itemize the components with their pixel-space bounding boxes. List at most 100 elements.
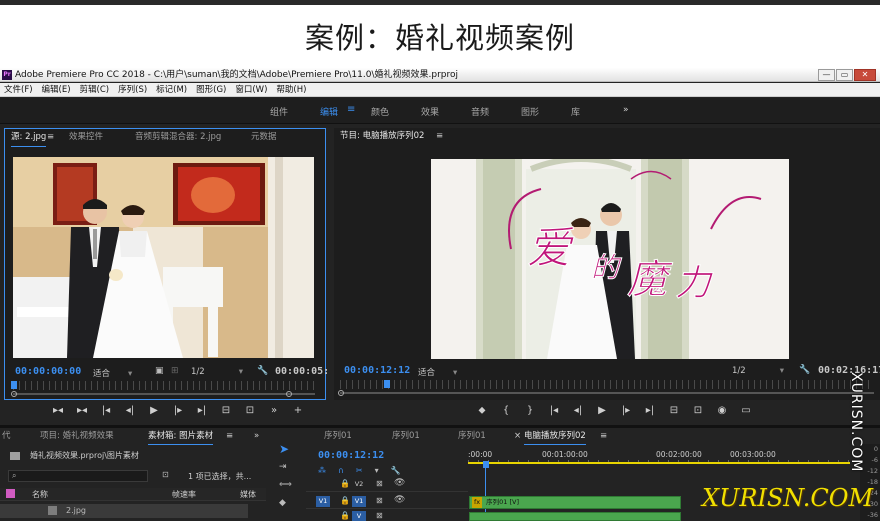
- workspace-graphics[interactable]: 图形: [521, 105, 539, 118]
- wrench-icon[interactable]: 🔧: [257, 366, 268, 376]
- safe-margins-icon[interactable]: ⊞: [171, 366, 179, 376]
- snap-icon[interactable]: ⁂: [318, 466, 326, 475]
- zoom-handle-right[interactable]: [286, 391, 292, 397]
- source-time-ruler[interactable]: [13, 381, 315, 390]
- program-timecode-in[interactable]: 00:00:12:12: [344, 365, 410, 376]
- program-playhead[interactable]: [384, 380, 390, 388]
- program-tab-menu-icon[interactable]: ≡: [436, 128, 443, 145]
- play-icon[interactable]: ▶: [142, 405, 166, 416]
- linked-selection-icon[interactable]: ∩: [338, 466, 344, 475]
- sync-lock-icon[interactable]: ⊠: [376, 511, 383, 520]
- insert-icon[interactable]: ⊟: [214, 405, 238, 416]
- menu-edit[interactable]: 编辑(E): [42, 83, 71, 96]
- workspace-editing[interactable]: 编辑: [320, 105, 338, 118]
- tab-sequence-active[interactable]: 电脑播放序列02: [524, 428, 586, 445]
- razor-tool-icon[interactable]: ◆: [279, 498, 286, 508]
- add-marker-icon[interactable]: ✂: [356, 466, 363, 475]
- mark-in-icon[interactable]: {: [494, 405, 518, 416]
- export-frame-icon[interactable]: ◉: [710, 405, 734, 416]
- go-to-in-icon[interactable]: |◂: [94, 405, 118, 416]
- tab-sequence-3[interactable]: 序列01: [458, 428, 486, 444]
- lock-icon[interactable]: 🔒: [340, 496, 350, 505]
- step-forward-icon[interactable]: |▸: [166, 405, 190, 416]
- tab-sequence-1[interactable]: 序列01: [324, 428, 352, 444]
- settings-square-icon[interactable]: ▣: [155, 366, 164, 376]
- source-patch-v1[interactable]: V1: [316, 496, 330, 507]
- track-select-tool-icon[interactable]: ⇥: [279, 462, 287, 472]
- track-name-v1[interactable]: V1: [352, 496, 366, 507]
- timeline-ruler[interactable]: :00:00 00:01:00:00 00:02:00:00 00:03:00:…: [468, 444, 850, 464]
- workspace-color[interactable]: 颜色: [371, 105, 389, 118]
- mark-out-icon[interactable]: ▸◂: [70, 405, 94, 416]
- source-zoom-bar[interactable]: [13, 393, 315, 395]
- program-zoom-bar[interactable]: [340, 392, 874, 394]
- workspace-audio[interactable]: 音频: [471, 105, 489, 118]
- menu-graphics[interactable]: 图形(G): [196, 83, 226, 96]
- selection-tool-icon[interactable]: ➤: [279, 442, 289, 456]
- menu-help[interactable]: 帮助(H): [276, 83, 306, 96]
- step-back-icon[interactable]: ◂|: [118, 405, 142, 416]
- close-icon[interactable]: ×: [514, 428, 521, 444]
- sync-lock-icon[interactable]: ⊠: [376, 496, 383, 505]
- minimize-button[interactable]: —: [818, 69, 835, 81]
- overwrite-icon[interactable]: ⊡: [238, 405, 262, 416]
- tab-sequence-2[interactable]: 序列01: [392, 428, 420, 444]
- add-button-icon[interactable]: +: [286, 405, 310, 416]
- wrench-icon[interactable]: 🔧: [799, 365, 810, 375]
- bin-tab-menu-icon[interactable]: ≡: [226, 428, 233, 444]
- video-clip[interactable]: fx 序列01 [V]: [469, 496, 681, 509]
- timeline-timecode[interactable]: 00:00:12:12: [318, 450, 384, 461]
- zoom-handle-left[interactable]: [11, 391, 17, 397]
- marker-icon[interactable]: ▾: [375, 466, 379, 475]
- menu-markers[interactable]: 标记(M): [156, 83, 187, 96]
- comparison-view-icon[interactable]: ▭: [734, 405, 758, 416]
- step-forward-icon[interactable]: |▸: [614, 405, 638, 416]
- mark-in-icon[interactable]: ▸◂: [46, 405, 70, 416]
- more-controls-icon[interactable]: »: [262, 405, 286, 416]
- search-input[interactable]: ⌕: [8, 470, 148, 482]
- go-to-out-icon[interactable]: ▸|: [190, 405, 214, 416]
- menu-file[interactable]: 文件(F): [4, 83, 33, 96]
- timeline-playhead-head[interactable]: [483, 461, 489, 468]
- eye-icon[interactable]: 👁: [394, 495, 405, 505]
- label-color-swatch[interactable]: [6, 489, 15, 498]
- maximize-button[interactable]: ▭: [836, 69, 853, 81]
- workspace-menu-icon[interactable]: ≡: [347, 104, 355, 115]
- source-playhead[interactable]: [11, 381, 17, 389]
- lift-icon[interactable]: ⊟: [662, 405, 686, 416]
- list-item[interactable]: 2.jpg: [0, 504, 248, 518]
- tab-metadata[interactable]: 元数据: [251, 129, 277, 146]
- more-tabs-icon[interactable]: »: [254, 428, 259, 444]
- column-name[interactable]: 名称: [32, 489, 48, 500]
- mark-out-icon[interactable]: }: [518, 405, 542, 416]
- tab-audio-clip-mixer[interactable]: 音频剪辑混合器: 2.jpg: [135, 129, 221, 146]
- sync-lock-icon[interactable]: ⊠: [376, 479, 383, 488]
- workspace-libraries[interactable]: 库: [571, 105, 580, 118]
- audio-clip[interactable]: [469, 512, 681, 521]
- tab-truncated[interactable]: 代: [2, 428, 11, 444]
- source-fit-dropdown[interactable]: 适合 ▾: [93, 367, 132, 379]
- column-frame-rate[interactable]: 帧速率: [172, 489, 196, 500]
- program-fit-dropdown[interactable]: 适合 ▾: [418, 366, 457, 378]
- track-name-v2[interactable]: V2: [352, 479, 366, 490]
- go-to-out-icon[interactable]: ▸|: [638, 405, 662, 416]
- ripple-edit-tool-icon[interactable]: ⟺: [279, 480, 292, 490]
- go-to-in-icon[interactable]: |◂: [542, 405, 566, 416]
- close-button[interactable]: ✕: [854, 69, 876, 81]
- menu-window[interactable]: 窗口(W): [235, 83, 267, 96]
- extract-icon[interactable]: ⊡: [686, 405, 710, 416]
- workspace-more-icon[interactable]: »: [623, 105, 629, 115]
- source-resolution-dropdown[interactable]: 1/2 ▾: [191, 367, 243, 377]
- work-area-bar[interactable]: [468, 462, 850, 464]
- program-resolution-dropdown[interactable]: 1/2 ▾: [732, 366, 784, 376]
- settings-wrench-icon[interactable]: 🔧: [391, 466, 401, 475]
- play-icon[interactable]: ▶: [590, 405, 614, 416]
- tab-source[interactable]: 源: 2.jpg: [11, 129, 47, 147]
- menu-clip[interactable]: 剪辑(C): [80, 83, 110, 96]
- column-media[interactable]: 媒体: [240, 489, 256, 500]
- tab-effect-controls[interactable]: 效果控件: [69, 129, 103, 146]
- add-marker-icon[interactable]: ⬥: [470, 405, 494, 416]
- zoom-handle-left[interactable]: [338, 390, 344, 396]
- step-back-icon[interactable]: ◂|: [566, 405, 590, 416]
- workspace-effects[interactable]: 效果: [421, 105, 439, 118]
